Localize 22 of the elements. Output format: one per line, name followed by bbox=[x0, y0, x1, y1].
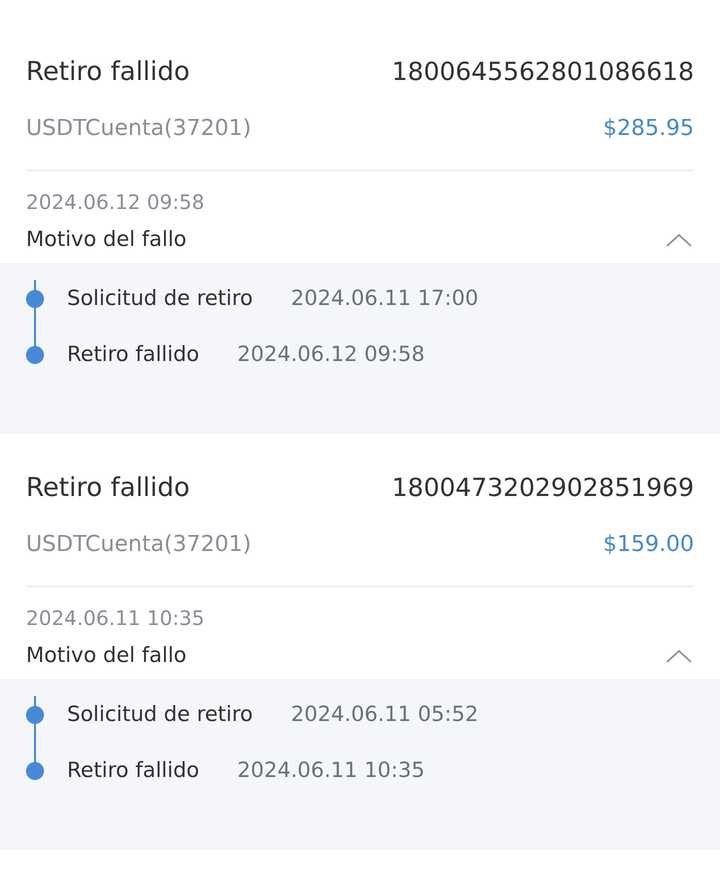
account-label: USDTCuenta(37201) bbox=[26, 530, 252, 558]
timeline-label: Solicitud de retiro bbox=[67, 285, 253, 312]
reason-label: Motivo del fallo bbox=[26, 226, 187, 254]
record-title: Retiro fallido bbox=[26, 472, 190, 504]
timeline-time: 2024.06.12 09:58 bbox=[237, 340, 425, 368]
timeline-time: 2024.06.11 17:00 bbox=[290, 285, 478, 312]
reason-label: Motivo del fallo bbox=[26, 642, 187, 670]
amount: $159.00 bbox=[603, 530, 694, 558]
chevron-up-icon[interactable] bbox=[666, 649, 692, 663]
timeline-label: Retiro fallido bbox=[67, 340, 200, 368]
order-id: 1800645562801086618 bbox=[392, 56, 694, 88]
timeline-time: 2024.06.11 10:35 bbox=[237, 756, 425, 784]
amount: $285.95 bbox=[603, 114, 694, 142]
record-title: Retiro fallido bbox=[26, 56, 190, 88]
timeline-label: Retiro fallido bbox=[67, 756, 200, 784]
date-text: 2024.06.11 10:35 bbox=[26, 605, 205, 632]
chevron-up-icon[interactable] bbox=[666, 233, 692, 247]
timeline-label: Solicitud de retiro bbox=[67, 701, 253, 728]
timeline-time: 2024.06.11 05:52 bbox=[290, 701, 478, 728]
order-id: 1800473202902851969 bbox=[392, 472, 694, 504]
date-text: 2024.06.12 09:58 bbox=[26, 189, 205, 216]
account-label: USDTCuenta(37201) bbox=[26, 114, 252, 142]
